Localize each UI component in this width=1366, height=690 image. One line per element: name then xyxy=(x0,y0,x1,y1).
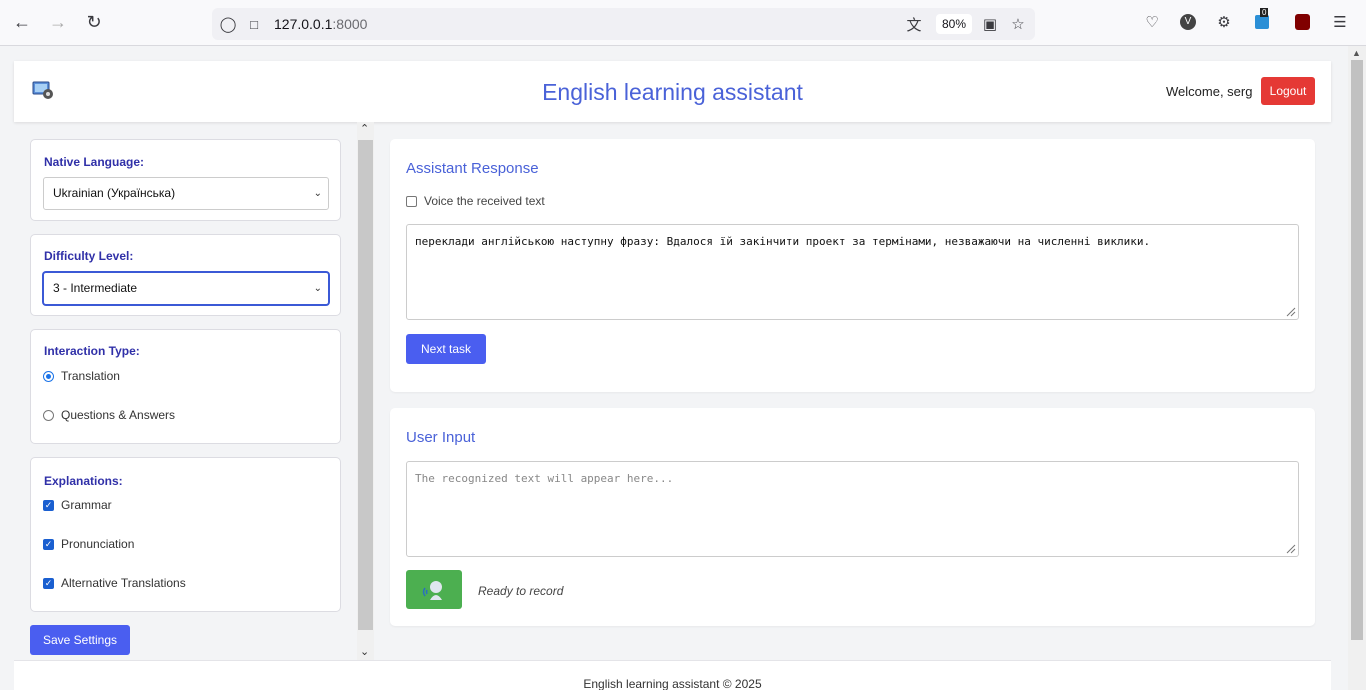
checkbox-checked-icon[interactable]: ✓ xyxy=(43,538,54,550)
welcome-text: Welcome, serg xyxy=(1166,84,1253,99)
scrollbar-thumb[interactable] xyxy=(358,140,373,630)
save-settings-button[interactable]: Save Settings xyxy=(30,625,130,655)
reader-translate-icon[interactable]: ▣ xyxy=(980,14,1000,34)
checkbox-alternative-translations-label: Alternative Translations xyxy=(61,576,186,590)
app-header: English learning assistant Welcome, serg… xyxy=(14,61,1331,122)
voice-checkbox-label: Voice the received text xyxy=(424,194,545,208)
radio-questions-answers[interactable]: Questions & Answers xyxy=(43,408,175,422)
shield-icon[interactable]: ◯ xyxy=(218,14,238,34)
explanations-card: Explanations: ✓ Grammar ✓ Pronunciation … xyxy=(30,457,341,612)
settings-sidebar: Native Language: Ukrainian (Українська) … xyxy=(14,122,357,662)
sidebar-scrollbar[interactable]: ⌃ ⌄ xyxy=(357,122,374,662)
interaction-type-label: Interaction Type: xyxy=(44,344,140,358)
checkbox-grammar-label: Grammar xyxy=(61,498,112,512)
assistant-response-textarea[interactable]: переклади англійською наступну фразу: Вд… xyxy=(406,224,1299,320)
native-language-card: Native Language: Ukrainian (Українська) … xyxy=(30,139,341,221)
page: English learning assistant Welcome, serg… xyxy=(0,46,1348,690)
record-button[interactable] xyxy=(406,570,462,609)
page-scrollbar[interactable]: ▲ xyxy=(1348,46,1366,690)
translate-icon[interactable]: 文 xyxy=(904,14,924,34)
assistant-response-panel: Assistant Response Voice the received te… xyxy=(390,139,1315,392)
browser-toolbar: ← → ↻ ◯ □ 127.0.0.1:8000 文 80% ▣ ☆ ♡ V ⚙… xyxy=(0,0,1366,46)
chevron-down-icon: ⌄ xyxy=(313,283,322,294)
checkbox-pronunciation[interactable]: ✓ Pronunciation xyxy=(43,537,134,551)
user-input-title: User Input xyxy=(406,429,476,446)
footer-text: English learning assistant © 2025 xyxy=(583,677,762,690)
url-port: :8000 xyxy=(332,16,368,32)
extensions-puzzle-icon[interactable]: ⚙ xyxy=(1214,12,1234,32)
bookmark-star-icon[interactable]: ☆ xyxy=(1008,14,1028,34)
explanations-label: Explanations: xyxy=(44,474,123,488)
difficulty-select[interactable]: 3 - Intermediate ⌄ xyxy=(43,272,329,305)
extension-badge-icon[interactable]: 0 xyxy=(1252,8,1272,32)
resize-handle-icon[interactable] xyxy=(1284,542,1296,554)
speaking-head-icon xyxy=(422,580,442,600)
reload-icon[interactable]: ↻ xyxy=(82,10,106,34)
logout-button[interactable]: Logout xyxy=(1261,77,1315,105)
url-text[interactable]: 127.0.0.1:8000 xyxy=(274,16,367,32)
checkbox-pronunciation-label: Pronunciation xyxy=(61,537,135,551)
checkbox-unchecked-icon[interactable] xyxy=(406,195,417,207)
response-text: переклади англійською наступну фразу: Вд… xyxy=(415,235,1151,248)
url-host: 127.0.0.1 xyxy=(274,16,333,32)
difficulty-value: 3 - Intermediate xyxy=(53,281,138,295)
app-title: English learning assistant xyxy=(542,79,803,105)
ublock-icon[interactable] xyxy=(1292,12,1312,32)
recording-status: Ready to record xyxy=(478,584,564,598)
difficulty-card: Difficulty Level: 3 - Intermediate ⌄ xyxy=(30,234,341,316)
radio-translation-label: Translation xyxy=(61,369,120,383)
voice-checkbox[interactable]: Voice the received text xyxy=(406,194,545,208)
checkbox-alternative-translations[interactable]: ✓ Alternative Translations xyxy=(43,576,186,590)
zoom-indicator[interactable]: 80% xyxy=(936,14,972,34)
chevron-down-icon: ⌄ xyxy=(313,188,322,199)
checkbox-checked-icon[interactable]: ✓ xyxy=(43,577,54,589)
next-task-button[interactable]: Next task xyxy=(406,334,486,364)
assistant-response-title: Assistant Response xyxy=(406,160,539,177)
page-scrollbar-thumb[interactable] xyxy=(1351,60,1363,640)
address-bar[interactable]: ◯ □ 127.0.0.1:8000 文 80% ▣ ☆ xyxy=(212,8,1035,40)
back-icon[interactable]: ← xyxy=(10,10,34,34)
interaction-type-card: Interaction Type: Translation Questions … xyxy=(30,329,341,444)
radio-icon[interactable] xyxy=(43,370,54,382)
user-input-placeholder: The recognized text will appear here... xyxy=(415,472,674,485)
user-input-textarea[interactable]: The recognized text will appear here... xyxy=(406,461,1299,557)
extension-v-icon[interactable]: V xyxy=(1178,12,1198,32)
page-icon: □ xyxy=(250,16,258,32)
native-language-value: Ukrainian (Українська) xyxy=(53,186,176,200)
scroll-down-icon[interactable]: ⌄ xyxy=(360,645,369,658)
scroll-up-icon[interactable]: ▲ xyxy=(1352,48,1361,58)
radio-questions-answers-label: Questions & Answers xyxy=(61,408,176,422)
radio-translation[interactable]: Translation xyxy=(43,369,120,383)
native-language-label: Native Language: xyxy=(44,155,145,169)
checkbox-grammar[interactable]: ✓ Grammar xyxy=(43,498,112,512)
forward-icon[interactable]: → xyxy=(46,10,70,34)
scroll-up-icon[interactable]: ⌃ xyxy=(360,122,369,135)
radio-icon[interactable] xyxy=(43,409,54,421)
native-language-select[interactable]: Ukrainian (Українська) ⌄ xyxy=(43,177,329,210)
badge-count: 0 xyxy=(1260,8,1269,17)
user-input-panel: User Input The recognized text will appe… xyxy=(390,408,1315,626)
menu-icon[interactable]: ☰ xyxy=(1330,12,1350,32)
resize-handle-icon[interactable] xyxy=(1284,305,1296,317)
pocket-icon[interactable]: ♡ xyxy=(1142,12,1162,32)
footer: English learning assistant © 2025 xyxy=(14,660,1331,690)
difficulty-label: Difficulty Level: xyxy=(44,249,134,263)
checkbox-checked-icon[interactable]: ✓ xyxy=(43,499,54,511)
